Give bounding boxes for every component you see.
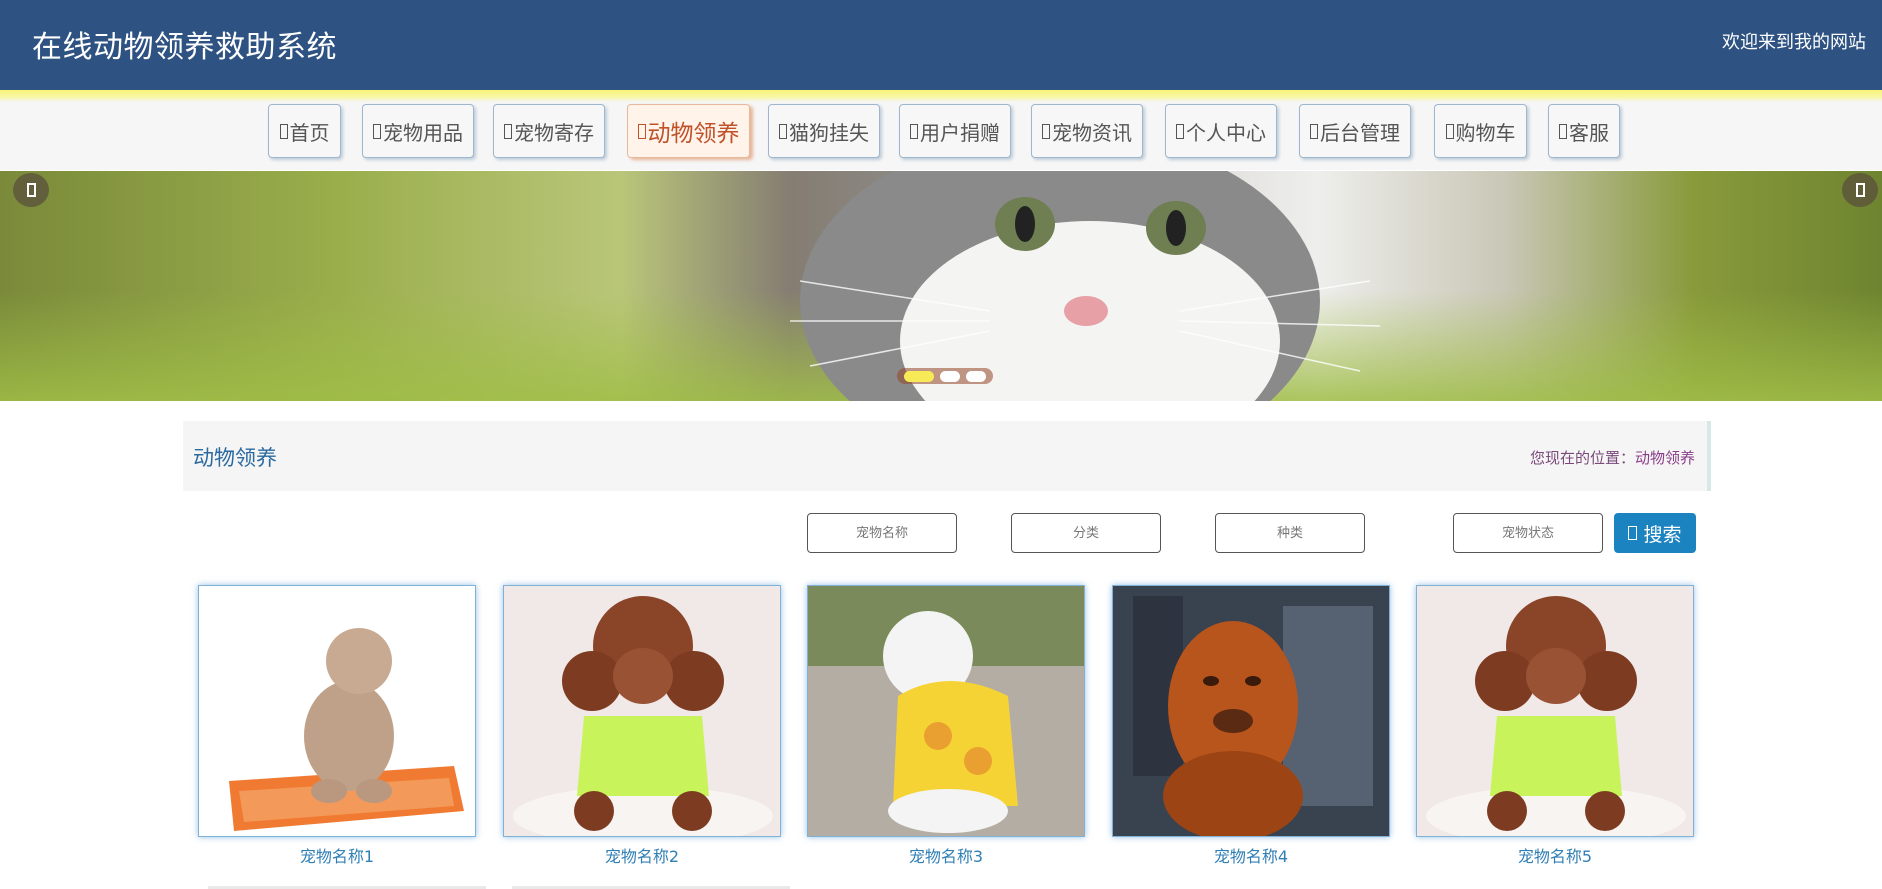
- carousel-dot-3[interactable]: [966, 370, 986, 382]
- pet-card: 宠物名称1: [198, 585, 476, 867]
- banner-carousel: [0, 171, 1882, 401]
- pet-photo-5: [1426, 596, 1686, 836]
- location-value[interactable]: 动物领养: [1635, 449, 1695, 467]
- pet-card: 宠物名称5: [1416, 585, 1694, 867]
- nav-item-label: 首页: [289, 120, 330, 145]
- nav-item-label: 购物车: [1455, 120, 1516, 145]
- nav-item-label: 动物领养: [647, 121, 740, 147]
- pet-name-link[interactable]: 宠物名称4: [1112, 843, 1390, 867]
- pet-image[interactable]: [807, 585, 1085, 837]
- nav-item-lost-pets[interactable]: 猫狗挂失: [768, 104, 880, 158]
- nav-icon: [1042, 123, 1050, 139]
- site-header: 在线动物领养救助系统 欢迎来到我的网站: [0, 0, 1882, 90]
- breadcrumb: 动物领养 您现在的位置：动物领养: [183, 421, 1711, 491]
- search-icon: [1628, 526, 1638, 540]
- nav-icon: [637, 123, 646, 139]
- pet-image[interactable]: [1112, 585, 1390, 837]
- pet-card: 宠物名称4: [1112, 585, 1390, 867]
- pet-card: 宠物名称3: [807, 585, 1085, 867]
- pet-photo-1: [229, 628, 464, 831]
- pet-name-link[interactable]: 宠物名称2: [503, 843, 781, 867]
- nav-item-label: 猫狗挂失: [789, 120, 869, 145]
- nav-item-pet-supplies[interactable]: 宠物用品: [362, 104, 474, 158]
- kitten-illustration: [790, 171, 1381, 401]
- nav-item-label: 宠物资讯: [1052, 120, 1132, 145]
- nav-item-home[interactable]: 首页: [268, 104, 341, 158]
- species-input[interactable]: [1215, 513, 1365, 553]
- nav-item-label: 宠物用品: [383, 120, 463, 145]
- nav-icon: [279, 123, 288, 139]
- nav-item-pet-boarding[interactable]: 宠物寄存: [493, 104, 605, 158]
- pet-card: 宠物名称2: [503, 585, 781, 867]
- carousel-next-button[interactable]: [1842, 173, 1878, 207]
- pet-name-link[interactable]: 宠物名称1: [198, 843, 476, 867]
- nav-item-service[interactable]: 客服: [1548, 104, 1620, 158]
- nav-item-label: 客服: [1569, 120, 1609, 145]
- nav-icon: [1176, 123, 1184, 139]
- pet-status-input[interactable]: [1453, 513, 1603, 553]
- search-button-label: 搜索: [1643, 524, 1682, 546]
- carousel-dot-2[interactable]: [940, 370, 960, 382]
- welcome-text: 欢迎来到我的网站: [1722, 32, 1866, 53]
- pet-name-link[interactable]: 宠物名称5: [1416, 843, 1694, 867]
- nav-icon: [910, 123, 918, 139]
- location-text: 您现在的位置：动物领养: [1530, 447, 1695, 468]
- pet-photo-2: [513, 596, 773, 836]
- nav-icon: [1310, 123, 1318, 139]
- pet-image[interactable]: [198, 585, 476, 837]
- carousel-indicators: [897, 368, 993, 384]
- nav-item-adoption[interactable]: 动物领养: [627, 104, 750, 158]
- header-stripe: [0, 90, 1882, 102]
- nav-item-label: 后台管理: [1320, 120, 1400, 145]
- nav-icon: [373, 123, 381, 139]
- nav-item-profile[interactable]: 个人中心: [1165, 104, 1277, 158]
- nav-icon: [779, 123, 787, 139]
- pet-image[interactable]: [1416, 585, 1694, 837]
- site-title: 在线动物领养救助系统: [32, 30, 337, 65]
- page-title: 动物领养: [193, 446, 277, 470]
- pet-photo-4: [1133, 596, 1373, 836]
- nav-item-label: 个人中心: [1186, 120, 1266, 145]
- chevron-right-icon: [1855, 183, 1865, 197]
- chevron-left-icon: [26, 183, 36, 197]
- nav-icon: [504, 123, 512, 139]
- search-button[interactable]: 搜索: [1614, 513, 1696, 553]
- nav-item-label: 用户捐赠: [920, 120, 1000, 145]
- main-nav: 首页 宠物用品 宠物寄存 动物领养 猫狗挂失 用户捐赠 宠物资讯 个人中心 后台…: [0, 102, 1882, 170]
- pet-name-link[interactable]: 宠物名称3: [807, 843, 1085, 867]
- nav-item-donations[interactable]: 用户捐赠: [899, 104, 1011, 158]
- carousel-prev-button[interactable]: [13, 173, 49, 207]
- nav-icon: [1445, 123, 1454, 139]
- location-label: 您现在的位置：: [1529, 449, 1635, 467]
- carousel-dot-1[interactable]: [904, 370, 934, 382]
- nav-icon: [1559, 123, 1567, 139]
- category-input[interactable]: [1011, 513, 1161, 553]
- nav-item-label: 宠物寄存: [514, 120, 594, 145]
- nav-item-admin[interactable]: 后台管理: [1299, 104, 1411, 158]
- pet-photo-3: [808, 586, 1084, 836]
- nav-item-pet-news[interactable]: 宠物资讯: [1031, 104, 1143, 158]
- nav-item-cart[interactable]: 购物车: [1434, 104, 1527, 158]
- pet-name-input[interactable]: [807, 513, 957, 553]
- pet-image[interactable]: [503, 585, 781, 837]
